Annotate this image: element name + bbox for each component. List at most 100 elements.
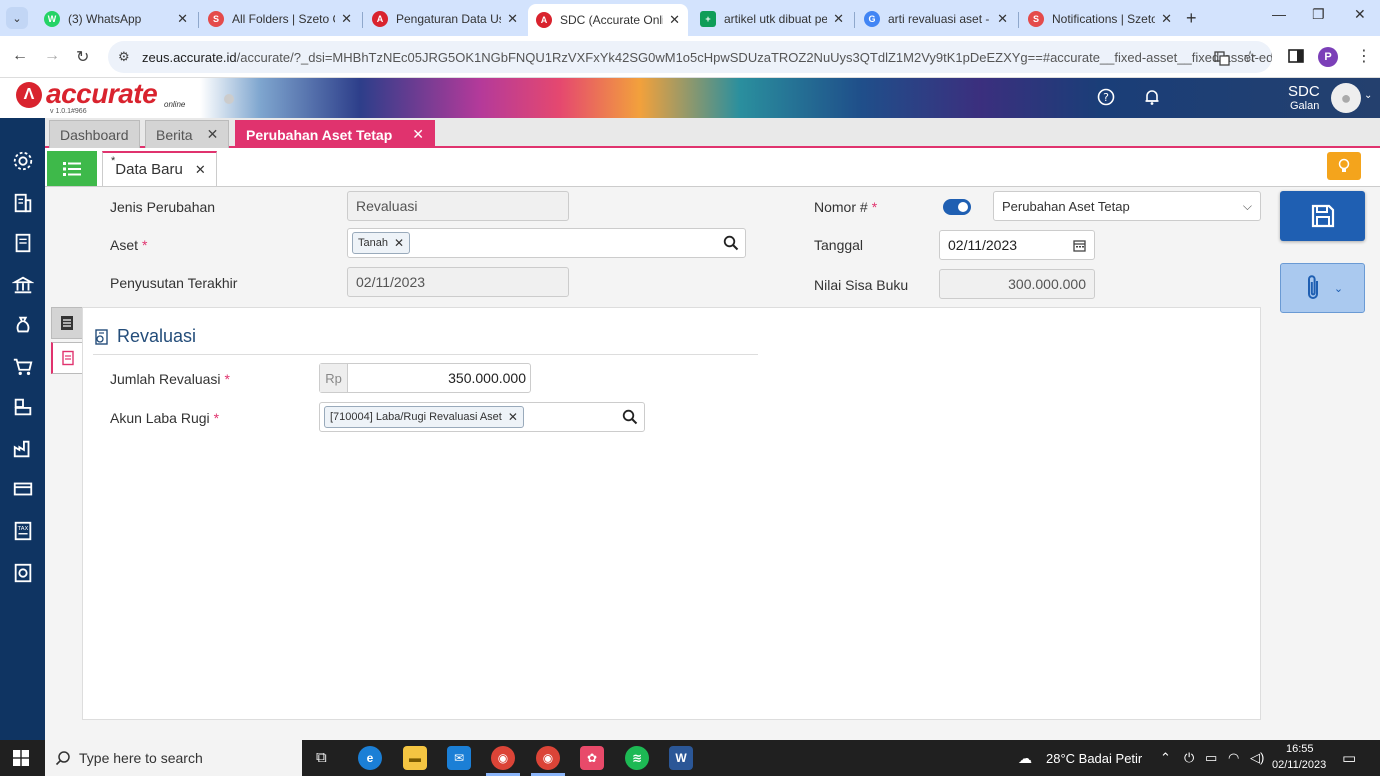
- currency-prefix: Rp: [320, 364, 348, 392]
- forward-arrow-icon[interactable]: →: [44, 47, 60, 65]
- taskbar-search-input[interactable]: Type here to search: [45, 740, 302, 776]
- payroll-icon[interactable]: [10, 476, 36, 502]
- tab-perubahan-aset-tetap[interactable]: Perubahan Aset Tetap ✕: [235, 120, 435, 148]
- penyusutan-terakhir-field[interactable]: 02/11/2023: [347, 267, 569, 297]
- tab-berita[interactable]: Berita ✕: [145, 120, 230, 148]
- close-icon[interactable]: ✕: [195, 162, 206, 178]
- spotify-icon[interactable]: ≋: [625, 746, 649, 770]
- notification-center-icon[interactable]: ▭: [1342, 749, 1356, 767]
- tab-dashboard[interactable]: Dashboard: [49, 120, 140, 148]
- module-tab-bar: Dashboard Berita ✕ Perubahan Aset Tetap …: [45, 118, 1380, 148]
- task-view-icon[interactable]: ⧉: [316, 749, 327, 766]
- browser-tab-all-folders[interactable]: S All Folders | Szeto C ✕: [200, 4, 360, 34]
- browser-tab-google-search[interactable]: G arti revaluasi aset - ( ✕: [856, 4, 1016, 34]
- chevron-down-icon[interactable]: ⌄: [1364, 90, 1372, 101]
- browser-tab-pengaturan[interactable]: A Pengaturan Data Us ✕: [364, 4, 526, 34]
- bank-icon[interactable]: [10, 272, 36, 298]
- akun-laba-rugi-field[interactable]: [710004] Laba/Rugi Revaluasi Aset ✕: [319, 402, 645, 432]
- detail-info-tab[interactable]: [51, 307, 83, 339]
- window-close-icon[interactable]: ✕: [1354, 6, 1366, 23]
- close-tab-icon[interactable]: ✕: [1161, 11, 1172, 27]
- search-icon[interactable]: [622, 409, 638, 425]
- minimize-icon[interactable]: —: [1272, 6, 1286, 22]
- translate-icon[interactable]: [1214, 50, 1230, 69]
- close-icon[interactable]: ✕: [207, 126, 219, 143]
- close-icon[interactable]: ✕: [412, 126, 424, 143]
- clock-time[interactable]: 16:55: [1286, 743, 1314, 755]
- shopping-cart-icon[interactable]: [10, 354, 36, 380]
- money-bag-icon[interactable]: [10, 312, 36, 338]
- jenis-perubahan-field[interactable]: Revaluasi: [347, 191, 569, 221]
- profile-avatar[interactable]: P: [1318, 47, 1338, 67]
- tab-search-chevron-icon[interactable]: ⌄: [6, 7, 28, 29]
- tray-device-icon[interactable]: ⏻: [1184, 750, 1194, 766]
- auto-number-toggle[interactable]: [943, 199, 971, 215]
- nilai-sisa-buku-field: 300.000.000: [939, 269, 1095, 299]
- tax-icon[interactable]: TAX: [10, 518, 36, 544]
- list-view-button[interactable]: [47, 151, 97, 186]
- close-tab-icon[interactable]: ✕: [341, 11, 352, 27]
- photo-app-icon[interactable]: ✿: [580, 746, 604, 770]
- search-icon[interactable]: [723, 235, 739, 251]
- url-input[interactable]: zeus.accurate.id/accurate/?_dsi=MHBhTzNE…: [108, 41, 1272, 73]
- back-arrow-icon[interactable]: ←: [12, 47, 28, 65]
- browser-menu-icon[interactable]: ⋮: [1356, 46, 1372, 66]
- report-chart-icon[interactable]: [10, 560, 36, 586]
- revaluasi-tab[interactable]: [51, 342, 83, 374]
- file-explorer-icon[interactable]: ▬: [403, 746, 427, 770]
- bookmark-star-icon[interactable]: ☆: [1243, 47, 1257, 67]
- browser-tab-sdc-active[interactable]: A SDC (Accurate Onlin ✕: [528, 4, 688, 36]
- aset-label: Aset *: [110, 237, 148, 253]
- user-name: SDC: [1288, 83, 1320, 100]
- accurate-logo-icon: Λ: [16, 82, 42, 108]
- chrome-icon[interactable]: ◉: [491, 746, 515, 770]
- close-tab-icon[interactable]: ✕: [177, 11, 188, 27]
- jumlah-revaluasi-input[interactable]: Rp 350.000.000: [319, 363, 531, 393]
- new-tab-plus-icon[interactable]: +: [1186, 8, 1197, 29]
- ledger-book-icon[interactable]: [10, 230, 36, 256]
- company-building-icon[interactable]: [10, 190, 36, 216]
- close-tab-icon[interactable]: ✕: [507, 11, 518, 27]
- maximize-icon[interactable]: ❐: [1312, 6, 1325, 23]
- close-tab-icon[interactable]: ✕: [669, 12, 680, 28]
- calendar-icon[interactable]: [1073, 239, 1086, 252]
- close-tab-icon[interactable]: ✕: [997, 11, 1008, 27]
- chrome-profile-icon[interactable]: ◉: [536, 746, 560, 770]
- browser-tab-notifications[interactable]: S Notifications | Szeto ✕: [1020, 4, 1180, 34]
- wifi-icon[interactable]: ◠: [1228, 750, 1239, 766]
- tray-chevron-up-icon[interactable]: ⌃: [1160, 750, 1171, 766]
- clock-date[interactable]: 02/11/2023: [1272, 759, 1326, 771]
- battery-icon[interactable]: ▭: [1205, 750, 1217, 766]
- help-icon[interactable]: ?: [1097, 88, 1115, 111]
- weather-status[interactable]: 28°C Badai Petir: [1046, 751, 1142, 766]
- sub-toolbar: * Data Baru ✕: [45, 148, 1380, 187]
- volume-icon[interactable]: ◁): [1250, 750, 1264, 766]
- browser-tab-artikel[interactable]: + artikel utk dibuat pe ✕: [692, 4, 852, 34]
- reload-icon[interactable]: ↻: [76, 47, 89, 67]
- browser-tab-whatsapp[interactable]: W (3) WhatsApp ✕: [36, 4, 196, 34]
- revaluasi-panel: Revaluasi Jumlah Revaluasi * Rp 350.000.0…: [82, 307, 1261, 720]
- mail-icon[interactable]: ✉: [447, 746, 471, 770]
- save-button[interactable]: [1280, 191, 1365, 241]
- remove-chip-icon[interactable]: ✕: [394, 236, 404, 250]
- word-icon[interactable]: W: [669, 746, 693, 770]
- windows-start-icon[interactable]: [13, 750, 29, 769]
- asset-factory-icon[interactable]: [10, 436, 36, 462]
- lightbulb-tip-button[interactable]: [1327, 152, 1361, 180]
- settings-gear-icon[interactable]: [10, 148, 36, 174]
- site-settings-icon[interactable]: ⚙: [118, 49, 130, 65]
- remove-chip-icon[interactable]: ✕: [508, 410, 518, 424]
- inventory-icon[interactable]: [10, 394, 36, 420]
- floppy-save-icon: [1311, 204, 1334, 228]
- side-panel-icon[interactable]: [1288, 48, 1304, 67]
- user-avatar[interactable]: ●: [1331, 83, 1361, 113]
- aset-field[interactable]: Tanah ✕: [347, 228, 746, 258]
- tanggal-date-field[interactable]: 02/11/2023: [939, 230, 1095, 260]
- notification-bell-icon[interactable]: [1143, 88, 1161, 111]
- attachment-button[interactable]: ⌄: [1280, 263, 1365, 313]
- subtab-data-baru[interactable]: * Data Baru ✕: [102, 151, 217, 186]
- close-tab-icon[interactable]: ✕: [833, 11, 844, 27]
- chevron-down-icon: ⌄: [1333, 282, 1344, 295]
- nomor-select[interactable]: Perubahan Aset Tetap ⌵: [993, 191, 1261, 221]
- edge-browser-icon[interactable]: e: [358, 746, 382, 770]
